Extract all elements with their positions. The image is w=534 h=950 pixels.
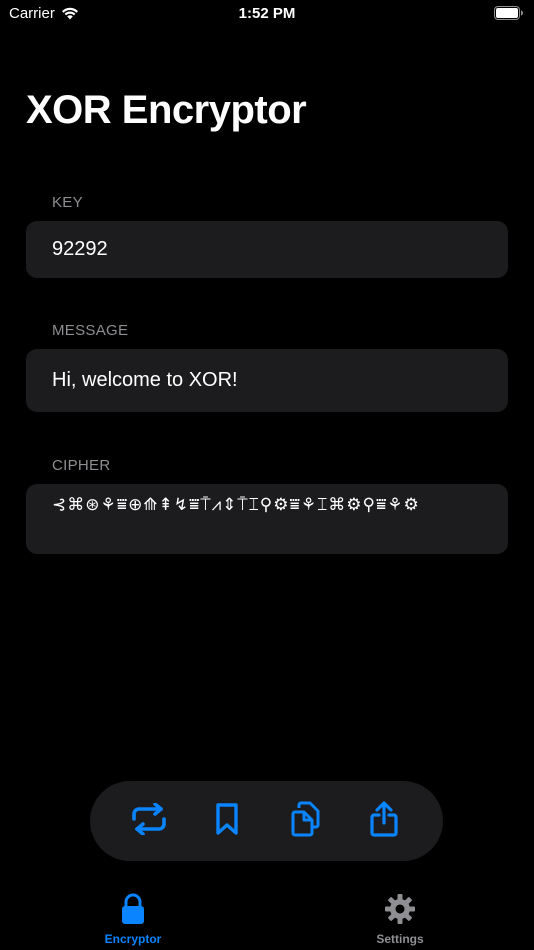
bookmark-button[interactable] [202, 796, 252, 846]
swap-button[interactable] [124, 796, 174, 846]
copy-button[interactable] [281, 796, 331, 846]
key-input[interactable] [52, 238, 482, 261]
key-label: KEY [52, 194, 83, 211]
tab-encryptor[interactable]: Encryptor [73, 893, 193, 946]
status-time: 1:52 PM [238, 5, 296, 22]
lock-icon [120, 893, 146, 929]
message-label: MESSAGE [52, 322, 129, 339]
cipher-text[interactable]: ⊰⌘⊛⚘⩸⊕⟰⇞↯⩸⍑⩘⇕⍑⌶⚲⚙⩸⚘⌶⌘⚙⚲⩸⚘⚙ [52, 492, 420, 518]
swap-icon [130, 801, 168, 840]
key-field[interactable] [26, 221, 508, 278]
share-button[interactable] [359, 796, 409, 846]
cipher-field[interactable]: ⊰⌘⊛⚘⩸⊕⟰⇞↯⩸⍑⩘⇕⍑⌶⚲⚙⩸⚘⌶⌘⚙⚲⩸⚘⚙ [26, 484, 508, 554]
gear-icon [384, 894, 416, 929]
share-icon [369, 800, 399, 842]
tab-bar: Encryptor Settings [0, 885, 534, 950]
tab-settings[interactable]: Settings [340, 893, 460, 946]
tab-settings-label: Settings [376, 932, 424, 946]
cipher-label: CIPHER [52, 457, 111, 474]
bookmark-icon [214, 802, 240, 841]
action-toolbar [90, 781, 443, 861]
page-title: XOR Encryptor [26, 88, 307, 132]
message-input[interactable] [52, 369, 482, 392]
copy-icon [290, 801, 322, 842]
tab-encryptor-label: Encryptor [104, 932, 162, 946]
battery-icon [494, 6, 524, 25]
message-field[interactable] [26, 349, 508, 412]
status-bar: Carrier 1:52 PM [0, 0, 534, 30]
